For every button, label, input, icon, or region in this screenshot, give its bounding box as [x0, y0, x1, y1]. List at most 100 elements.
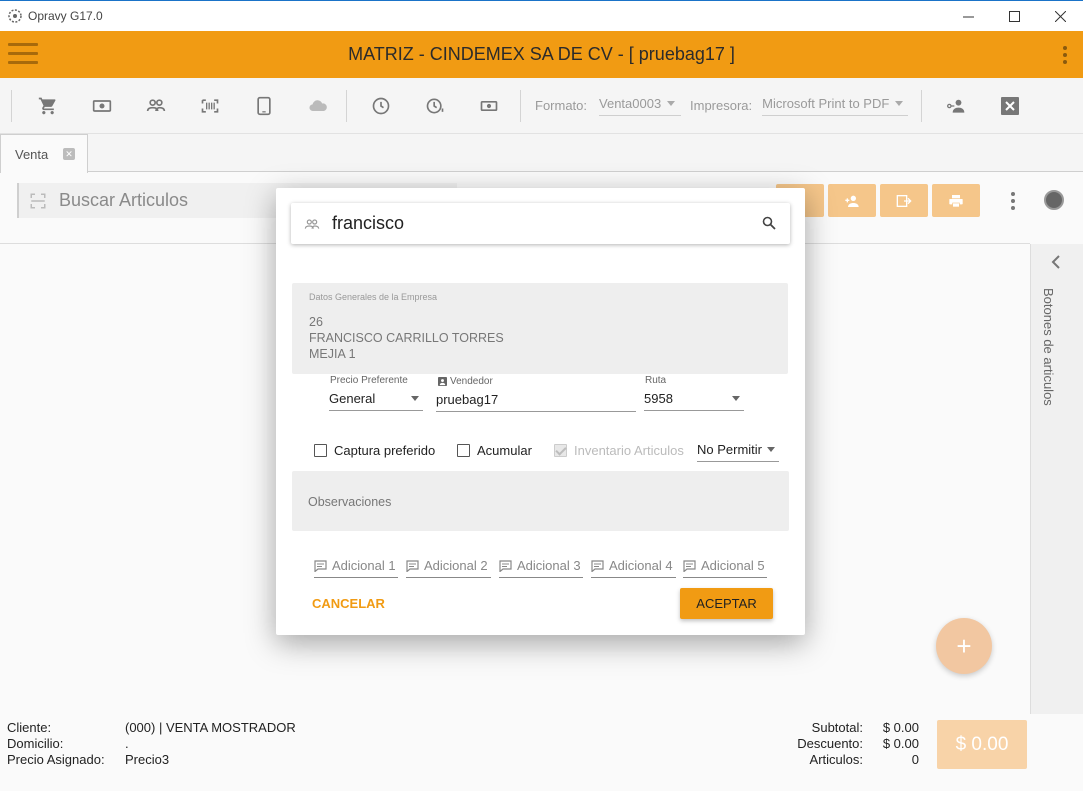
compass-icon[interactable]	[1044, 190, 1064, 210]
domicilio-label: Domicilio:	[7, 736, 64, 751]
chevron-down-icon	[667, 100, 676, 106]
tab-label: Venta	[15, 146, 49, 162]
export-button[interactable]	[880, 184, 928, 217]
chevron-down-icon	[732, 396, 740, 401]
adicional-3-field[interactable]: Adicional 3	[499, 554, 583, 578]
people-icon[interactable]	[142, 92, 169, 119]
comment-icon	[406, 559, 419, 572]
adicional-4-field[interactable]: Adicional 4	[591, 554, 676, 578]
checkbox-box[interactable]	[314, 444, 327, 457]
badge-icon	[438, 377, 447, 386]
accept-button[interactable]: ACEPTAR	[680, 588, 773, 619]
tab-venta[interactable]: Venta ✕	[0, 134, 88, 173]
impresora-select[interactable]: Microsoft Print to PDF	[762, 96, 909, 116]
toolbar-divider	[921, 89, 923, 122]
toolbar-divider	[346, 89, 347, 122]
captura-preferido-checkbox[interactable]: Captura preferido	[314, 443, 435, 458]
cloud-icon[interactable]	[304, 92, 331, 119]
ruta-label: Ruta	[645, 375, 667, 386]
side-panel-label[interactable]: Botones de articulos	[1041, 288, 1056, 406]
window-titlebar: Opravy G17.0	[0, 0, 1083, 31]
adicional-5-field[interactable]: Adicional 5	[683, 554, 767, 578]
maximize-button[interactable]	[991, 1, 1037, 31]
toolbar-divider	[11, 89, 12, 122]
ruta-select[interactable]: 5958	[644, 387, 744, 411]
add-fab-button[interactable]: +	[936, 618, 992, 674]
formato-label: Formato:	[535, 98, 588, 113]
row-more-icon[interactable]	[1011, 192, 1015, 213]
checkbox-box[interactable]	[457, 444, 470, 457]
side-panel	[1030, 244, 1083, 714]
comment-icon	[591, 559, 604, 572]
articulos-value: 0	[911, 752, 919, 767]
barcode-icon[interactable]	[196, 92, 223, 119]
maximize-icon	[1008, 10, 1020, 22]
more-options-icon[interactable]	[1063, 46, 1067, 67]
company-data-box: Datos Generales de la Empresa 26 FRANCIS…	[292, 283, 788, 374]
vendedor-label-wrap: Vendedor	[438, 376, 493, 387]
client-search-field[interactable]	[291, 203, 790, 244]
cancel-button[interactable]: CANCELAR	[312, 588, 402, 619]
company-line: MEJIA 1	[309, 347, 356, 361]
close-box-icon[interactable]	[996, 92, 1023, 119]
app-header: MATRIZ - CINDEMEX SA DE CV - [ pruebag17…	[0, 31, 1083, 78]
cliente-label: Cliente:	[7, 720, 52, 735]
impresora-label: Impresora:	[690, 98, 753, 113]
print-icon	[949, 194, 963, 207]
search-placeholder: Buscar Articulos	[59, 190, 189, 210]
tablet-icon[interactable]	[250, 92, 277, 119]
descuento-value: $ 0.00	[882, 736, 919, 751]
precio-asignado-value: Precio3	[125, 752, 170, 767]
chevron-left-icon[interactable]	[1049, 254, 1063, 270]
cart-icon[interactable]	[34, 92, 61, 119]
descuento-label: Descuento:	[797, 736, 863, 751]
window-title: Opravy G17.0	[28, 9, 103, 23]
plus-icon: +	[956, 630, 972, 661]
precio-preferente-select[interactable]: General	[329, 387, 423, 411]
adicional-2-field[interactable]: Adicional 2	[406, 554, 491, 578]
menu-icon[interactable]	[8, 43, 38, 67]
comment-icon	[499, 559, 512, 572]
inventario-checkbox: Inventario Articulos	[554, 443, 684, 458]
search-icon[interactable]	[762, 216, 776, 230]
precio-asignado-label: Precio Asignado:	[7, 752, 105, 767]
clock-icon[interactable]	[367, 92, 394, 119]
client-search-input[interactable]	[332, 213, 742, 234]
articulos-label: Articulos:	[809, 752, 863, 767]
adicional-1-field[interactable]: Adicional 1	[314, 554, 398, 578]
company-line: FRANCISCO CARRILLO TORRES	[309, 331, 504, 345]
add-person-button[interactable]	[828, 184, 876, 217]
observaciones-field[interactable]: Observaciones	[292, 471, 789, 531]
subtotal-value: $ 0.00	[882, 720, 919, 735]
minimize-button[interactable]	[945, 1, 991, 31]
domicilio-value: .	[125, 736, 129, 751]
company-line: 26	[309, 315, 323, 329]
chevron-down-icon	[411, 396, 419, 401]
tab-bar: Venta ✕	[0, 134, 1083, 173]
money-icon[interactable]	[88, 92, 115, 119]
subtotal-label: Subtotal:	[811, 720, 863, 735]
tab-close-icon[interactable]: ✕	[63, 148, 75, 160]
page-title: MATRIZ - CINDEMEX SA DE CV - [ pruebag17…	[348, 44, 735, 64]
total-button[interactable]: $ 0.00	[937, 720, 1027, 769]
chevron-down-icon	[895, 100, 904, 106]
close-window-button[interactable]	[1037, 1, 1083, 31]
app-logo-icon	[7, 8, 23, 24]
person-link-icon[interactable]	[942, 92, 969, 119]
acumular-checkbox[interactable]: Acumular	[457, 443, 532, 458]
comment-icon	[683, 559, 696, 572]
vendedor-input[interactable]: pruebag17	[436, 388, 636, 412]
vendedor-label: Vendedor	[450, 376, 493, 387]
permitir-select[interactable]: No Permitir	[697, 438, 779, 462]
cash-icon[interactable]	[475, 92, 502, 119]
scan-icon	[29, 191, 49, 211]
clock-alert-icon[interactable]	[421, 92, 448, 119]
precio-preferente-label: Precio Preferente	[330, 375, 408, 386]
checkbox-box	[554, 444, 567, 457]
comment-icon	[314, 559, 327, 572]
footer-summary: Cliente: (000) | VENTA MOSTRADOR Domicil…	[0, 714, 1083, 791]
observaciones-placeholder: Observaciones	[308, 495, 392, 509]
print-button[interactable]	[932, 184, 980, 217]
formato-select[interactable]: Venta0003	[599, 96, 682, 116]
people-icon	[304, 216, 320, 232]
